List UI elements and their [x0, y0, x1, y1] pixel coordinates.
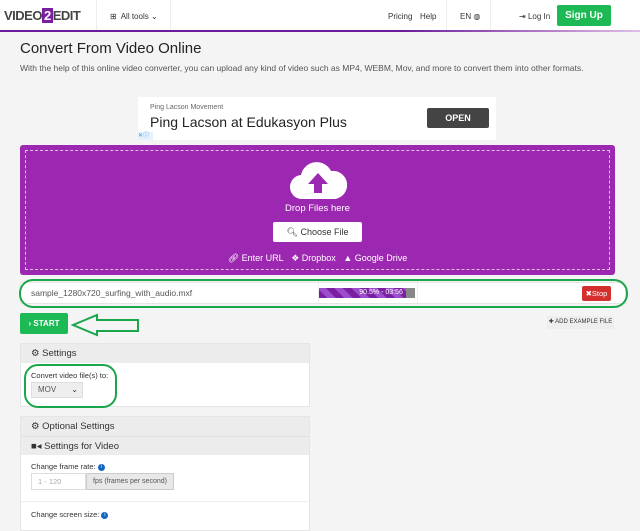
page-description: With the help of this online video conve…	[20, 63, 584, 73]
link-icon: 🔗︎	[227, 253, 240, 263]
start-label: START	[33, 319, 60, 328]
google-drive-label: Google Drive	[354, 253, 408, 263]
divider	[490, 0, 491, 30]
add-example-file-button[interactable]: ✚ ADD EXAMPLE FILE	[547, 316, 614, 329]
video-settings-header: ■◂ Settings for Video	[21, 436, 309, 455]
pricing-link[interactable]: Pricing	[388, 12, 412, 21]
frame-rate-unit: fps (frames per second)	[86, 473, 174, 490]
info-icon[interactable]: i	[101, 511, 109, 519]
google-drive-link[interactable]: ▲ Google Drive	[343, 253, 407, 263]
signup-button[interactable]: Sign Up	[557, 5, 611, 26]
chevron-right-icon: ›	[28, 319, 32, 328]
optional-settings-header[interactable]: ⚙ Optional Settings	[21, 417, 309, 436]
login-icon: ⇥	[519, 12, 526, 21]
upload-sources: 🔗︎ Enter URL ❖ Dropbox ▲ Google Drive	[0, 253, 635, 264]
video-settings-title: Settings for Video	[44, 441, 119, 452]
cloud-upload-icon	[290, 162, 347, 200]
all-tools-menu[interactable]: ⊞ All tools ⌄	[110, 12, 158, 21]
divider	[96, 0, 97, 30]
help-link[interactable]: Help	[420, 12, 436, 21]
choose-file-label: Choose File	[300, 227, 349, 237]
top-nav: VIDEO 2 EDIT ⊞ All tools ⌄ Pricing Help EN…	[0, 0, 640, 32]
divider	[170, 0, 171, 30]
drop-files-text: Drop Files here	[285, 203, 350, 214]
optional-settings-title: Optional Settings	[42, 421, 115, 432]
plus-icon: ✚	[548, 319, 554, 325]
gears-icon: ⚙	[31, 421, 40, 432]
page-title: Convert From Video Online	[20, 40, 202, 57]
login-link[interactable]: ⇥ Log In	[519, 12, 550, 21]
dropbox-label: Dropbox	[301, 253, 336, 263]
logo[interactable]: VIDEO 2 EDIT	[4, 8, 81, 23]
frame-rate-text: Change frame rate:	[31, 462, 96, 471]
ad-choices-icon[interactable]: ✕ⓘ	[138, 132, 153, 140]
divider	[446, 0, 447, 30]
language-selector[interactable]: EN ◍	[460, 12, 480, 21]
frame-rate-label: Change frame rate: i	[31, 462, 105, 471]
ad-headline: Ping Lacson at Edukasyon Plus	[150, 114, 347, 130]
ad-advertiser: Ping Lacson Movement	[150, 104, 224, 111]
all-tools-label: All tools	[120, 12, 149, 21]
chevron-down-icon: ⌄	[150, 12, 158, 21]
annotation-ellipse	[19, 279, 628, 308]
annotation-ellipse	[24, 364, 117, 408]
ad-open-button[interactable]: OPEN	[427, 108, 489, 128]
choose-file-button[interactable]: 🔍︎ Choose File	[273, 222, 362, 242]
settings-header: ⚙ Settings	[21, 344, 309, 363]
search-icon: 🔍︎	[286, 227, 298, 237]
annotation-arrow-icon	[71, 313, 139, 337]
optional-settings-panel: ⚙ Optional Settings ■◂ Settings for Vide…	[20, 416, 310, 531]
advertisement[interactable]: Ping Lacson Movement Ping Lacson at Eduk…	[138, 97, 496, 140]
dropbox-link[interactable]: ❖ Dropbox	[291, 253, 336, 263]
login-label: Log In	[527, 12, 551, 21]
screen-size-text: Change screen size:	[31, 510, 100, 519]
enter-url-label: Enter URL	[241, 253, 284, 263]
language-label: EN	[460, 12, 472, 21]
gears-icon: ⚙	[31, 348, 40, 359]
start-button[interactable]: › START	[20, 313, 68, 334]
divider	[21, 501, 309, 502]
enter-url-link[interactable]: 🔗︎ Enter URL	[228, 253, 284, 263]
dropbox-icon: ❖	[291, 253, 300, 263]
globe-icon: ◍	[473, 12, 481, 21]
video-camera-icon: ■◂	[31, 441, 42, 452]
grid-icon: ⊞	[110, 12, 117, 21]
add-example-label: ADD EXAMPLE FILE	[555, 319, 613, 325]
settings-title: Settings	[42, 348, 77, 359]
info-icon[interactable]: i	[97, 463, 105, 471]
google-drive-icon: ▲	[343, 253, 353, 263]
frame-rate-input[interactable]: 1 - 120	[31, 473, 86, 490]
screen-size-label: Change screen size: i	[31, 510, 109, 519]
